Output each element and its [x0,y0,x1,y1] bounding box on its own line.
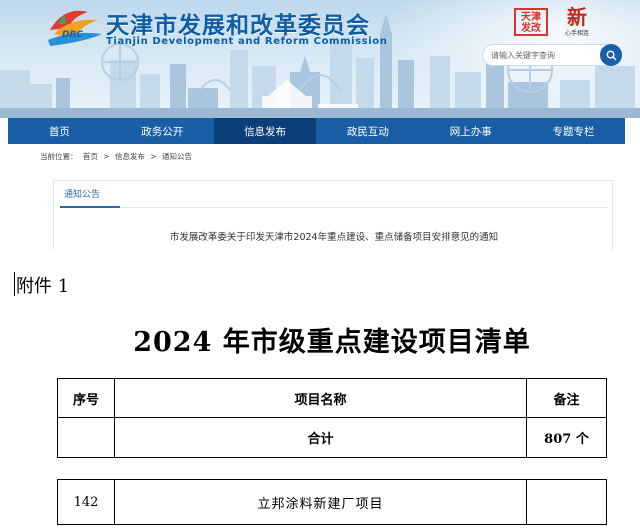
nav-item-special-topics[interactable]: 专题专栏 [522,118,625,144]
breadcrumb: 当前位置： 首页 > 信息发布 > 通知公告 [40,151,195,162]
total-count: 807 个 [526,417,607,458]
table-header-row: 序号 项目名称 备注 [57,378,607,418]
tab-active-indicator [60,206,120,208]
total-label: 合计 [114,417,527,458]
notice-title: 市发展改革委关于印发天津市2024年重点建设、重点储备项目安排意见的通知 [169,232,499,243]
page-gap [57,460,609,478]
search-box [482,44,622,66]
breadcrumb-notices[interactable]: 通知公告 [162,152,192,161]
header-index: 序号 [57,378,115,418]
breadcrumb-separator: > [150,152,157,161]
nav-item-info-release[interactable]: 信息发布 [213,118,317,144]
nav-item-gov-affairs[interactable]: 政务公开 [111,118,214,144]
site-title: 天津市发展和改革委员会 [106,13,370,39]
search-icon [606,50,616,60]
tab-divider [60,207,608,208]
nav-item-online-service[interactable]: 网上办事 [419,118,522,144]
breadcrumb-prefix: 当前位置： [40,152,78,161]
project-table-continued: 142 立邦涂料新建厂项目 [57,479,607,525]
project-table: 序号 项目名称 备注 合计 807 个 [57,378,607,458]
search-button[interactable] [600,44,622,66]
attachment-label: 附件 1 [16,276,70,297]
breadcrumb-home[interactable]: 首页 [83,152,98,161]
total-index [57,417,115,458]
header-project-name: 项目名称 [114,378,527,418]
site-banner: 天津市发展和改革委员会 Tianjin Development and Refo… [0,0,640,118]
table-total-row: 合计 807 个 [57,417,607,458]
breadcrumb-separator: > [103,152,110,161]
xin-emblem-icon: 新 心手相连 [564,5,589,37]
row-note [526,479,607,525]
header-note: 备注 [526,378,607,418]
site-subtitle: Tianjin Development and Reform Commissio… [106,36,388,47]
row-project-name: 立邦涂料新建厂项目 [114,479,527,525]
notice-panel: 通知公告 市发展改革委关于印发天津市2024年重点建设、重点储备项目安排意见的通… [53,180,613,250]
main-nav: 首页 政务公开 信息发布 政民互动 网上办事 专题专栏 [8,118,625,144]
breadcrumb-info-release[interactable]: 信息发布 [115,152,145,161]
document-title: 2024 年市级重点建设项目清单 [133,327,531,358]
search-input[interactable] [491,48,595,62]
nav-item-interaction[interactable]: 政民互动 [316,118,419,144]
table-row: 142 立邦涂料新建厂项目 [57,479,607,525]
tab-notices[interactable]: 通知公告 [64,187,100,200]
nav-item-home[interactable]: 首页 [8,118,111,144]
logo-text: DRC [62,30,84,40]
text-cursor [14,272,15,296]
drc-logo-icon [48,10,102,46]
row-index: 142 [57,479,115,525]
tianjin-fagai-badge: 天津 发改 [514,8,548,36]
